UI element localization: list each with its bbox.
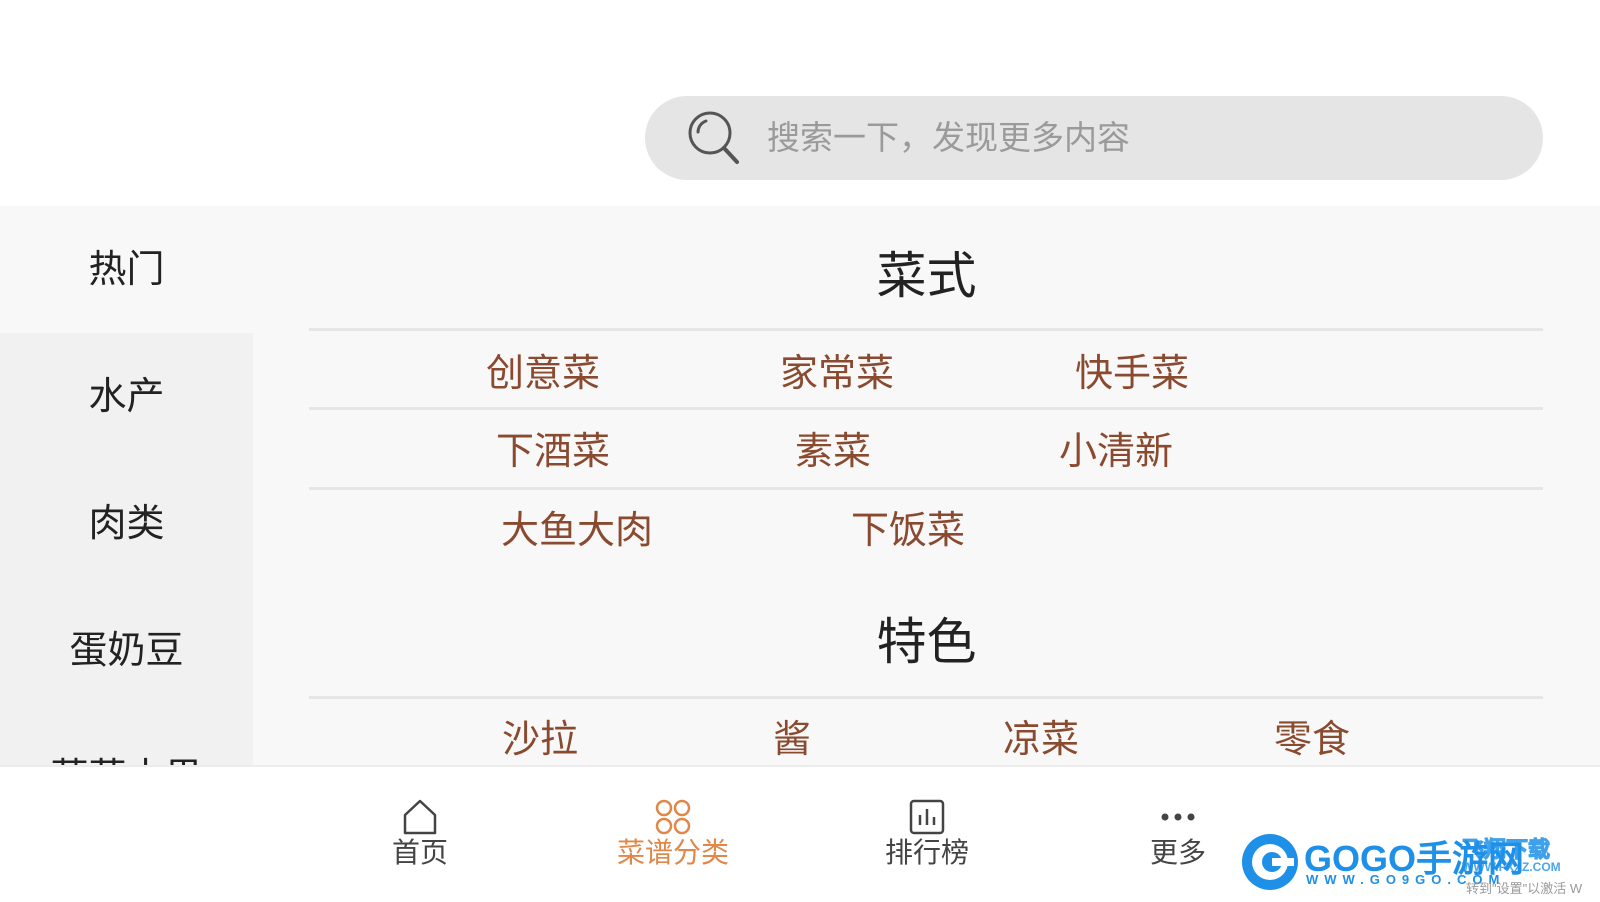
sidebar-item-fruit-veg[interactable]: 蔬菜水果: [0, 714, 253, 765]
section-title-specialty: 特色: [876, 613, 977, 671]
tag-vegetarian[interactable]: 素菜: [795, 420, 871, 475]
search-icon: [688, 111, 739, 164]
divider: [309, 328, 1543, 331]
nav-recipe-category-label: 菜谱分类: [616, 836, 729, 869]
watermark-faint-text: 转到"设置"以激活 W: [1466, 881, 1583, 896]
category-main: 菜式 创意菜 家常菜 快手菜 下酒菜 素菜 小清新 大鱼大肉 下饭菜 特色 沙拉…: [253, 206, 1600, 765]
nav-ranking[interactable]: 排行榜: [857, 797, 997, 871]
top-bar: 搜索一下，发现更多内容: [0, 0, 1600, 206]
sidebar-item-seafood[interactable]: 水产: [0, 333, 253, 460]
nav-home-label: 首页: [391, 836, 448, 869]
nav-ranking-label: 排行榜: [884, 836, 969, 869]
tag-snack[interactable]: 零食: [1274, 708, 1350, 763]
nav-more-label: 更多: [1149, 836, 1206, 869]
section-title-dish-style: 菜式: [876, 247, 977, 305]
divider: [309, 487, 1543, 490]
tag-creative[interactable]: 创意菜: [486, 342, 600, 397]
tag-salad[interactable]: 沙拉: [502, 708, 578, 763]
tag-drinking-snack[interactable]: 下酒菜: [496, 420, 610, 475]
nav-more[interactable]: 更多: [1108, 797, 1248, 871]
tag-big-fish-meat[interactable]: 大鱼大肉: [501, 499, 653, 554]
category-content: 热门 水产 肉类 蛋奶豆 蔬菜水果 菜式 创意菜 家常菜 快手菜 下酒菜 素菜 …: [0, 206, 1600, 765]
watermark-logo-icon: [1242, 834, 1298, 890]
tag-quick[interactable]: 快手菜: [1075, 342, 1189, 397]
sidebar-item-egg-milk-bean[interactable]: 蛋奶豆: [0, 587, 253, 714]
nav-recipe-category[interactable]: 菜谱分类: [603, 797, 743, 871]
search-input[interactable]: 搜索一下，发现更多内容: [767, 96, 1130, 180]
search-bar[interactable]: 搜索一下，发现更多内容: [645, 96, 1543, 180]
nav-home[interactable]: 首页: [350, 797, 490, 871]
tag-fresh[interactable]: 小清新: [1059, 420, 1173, 475]
watermark-url2: WWW.FXXZ.COM: [1462, 860, 1561, 874]
sidebar-item-hot[interactable]: 热门: [0, 206, 253, 333]
tag-cold-dish[interactable]: 凉菜: [1003, 708, 1079, 763]
sidebar-item-meat[interactable]: 肉类: [0, 460, 253, 587]
tag-rice-dish[interactable]: 下饭菜: [851, 499, 965, 554]
tag-homestyle[interactable]: 家常菜: [780, 342, 894, 397]
divider: [309, 407, 1543, 410]
category-sidebar: 热门 水产 肉类 蛋奶豆 蔬菜水果: [0, 206, 253, 765]
divider: [309, 696, 1543, 699]
watermark: GOGO手游网 WWW.GO9GO.COM 飞翔下载 WWW.FXXZ.COM …: [1238, 828, 1590, 896]
tag-sauce[interactable]: 酱: [773, 708, 811, 763]
